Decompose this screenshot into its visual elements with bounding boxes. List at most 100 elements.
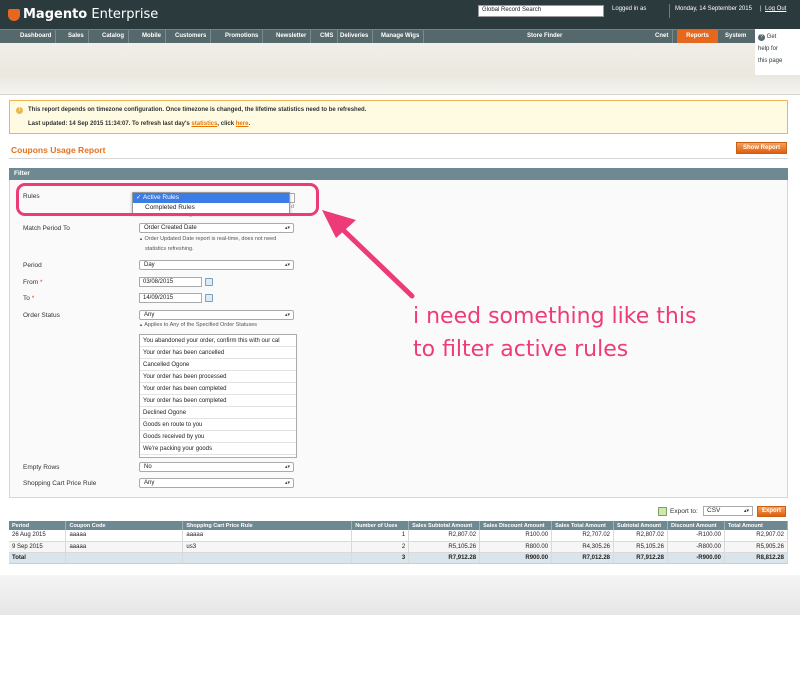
magento-logo[interactable]: Magento Enterprise bbox=[8, 7, 158, 22]
cell-discount: -R800.00 bbox=[667, 541, 725, 553]
cell-discount: -R100.00 bbox=[667, 530, 725, 542]
select-arrow-icon: ▴▾ bbox=[284, 480, 290, 486]
header-divider bbox=[669, 4, 670, 18]
nav-sales[interactable]: Sales bbox=[64, 30, 89, 44]
order-status-select[interactable]: Any ▴▾ bbox=[139, 310, 294, 320]
nav-reports[interactable]: Reports bbox=[677, 30, 718, 44]
cell-coupon-code: aaaaa bbox=[65, 541, 184, 553]
highlight-box bbox=[16, 183, 319, 216]
main-nav: Dashboard Sales Catalog Mobile Customers… bbox=[0, 29, 800, 44]
status-option[interactable]: We're packing your goods bbox=[140, 443, 296, 455]
cell-cart-rule: aaaaa bbox=[182, 530, 353, 542]
cell-total-discount: -R900.00 bbox=[667, 552, 725, 564]
table-row[interactable]: 26 Aug 2015 aaaaa aaaaa 1 R2,807.02 R100… bbox=[9, 530, 789, 542]
totals-row: Total 3 R7,912.28 R900.00 R7,012.28 R7,9… bbox=[9, 552, 789, 564]
nav-cnet[interactable]: Cnet bbox=[651, 30, 674, 44]
status-option[interactable]: Your order has been processed bbox=[140, 371, 296, 383]
statistics-link[interactable]: statistics bbox=[191, 121, 217, 127]
cell-period: 9 Sep 2015 bbox=[9, 541, 67, 553]
help-text-3: this page bbox=[758, 58, 783, 64]
nav-cms[interactable]: CMS bbox=[316, 30, 339, 44]
table-row[interactable]: 9 Sep 2015 aaaaa us3 2 R5,105.26 R800.00… bbox=[9, 541, 789, 553]
help-link[interactable]: ? Get help for this page bbox=[755, 29, 800, 75]
col-cart-price-rule[interactable]: Shopping Cart Price Rule bbox=[182, 521, 353, 530]
global-search-input[interactable]: Global Record Search bbox=[478, 5, 604, 17]
order-status-multiselect[interactable]: You abandoned your order, confirm this w… bbox=[139, 334, 297, 458]
refresh-here-link[interactable]: here bbox=[236, 121, 249, 127]
from-date-input[interactable]: 03/08/2015 bbox=[139, 277, 202, 287]
status-option[interactable]: Your order has been completed bbox=[140, 383, 296, 395]
page-title: Coupons Usage Report bbox=[11, 145, 106, 155]
status-option[interactable]: Goods en route to you bbox=[140, 419, 296, 431]
nav-catalog[interactable]: Catalog bbox=[98, 30, 130, 44]
nav-system[interactable]: System bbox=[721, 30, 750, 44]
logo-edition: Enterprise bbox=[87, 7, 159, 22]
col-coupon-code[interactable]: Coupon Code bbox=[65, 521, 184, 530]
cell-total-amount: R8,812.28 bbox=[724, 552, 789, 564]
cell-subtotal: R2,807.02 bbox=[613, 530, 668, 542]
calendar-icon[interactable] bbox=[205, 294, 213, 302]
nav-mobile[interactable]: Mobile bbox=[138, 30, 166, 44]
show-report-button[interactable]: Show Report bbox=[736, 142, 787, 154]
status-option[interactable]: Declined Ogone bbox=[140, 407, 296, 419]
nav-promotions[interactable]: Promotions bbox=[221, 30, 264, 44]
timezone-notice: ! This report depends on timezone config… bbox=[9, 100, 788, 134]
calendar-icon[interactable] bbox=[205, 278, 213, 286]
status-option[interactable]: You abandoned your order, confirm this w… bbox=[140, 335, 296, 347]
logout-link[interactable]: Log Out bbox=[765, 6, 786, 12]
match-period-select[interactable]: Order Created Date ▴▾ bbox=[139, 223, 294, 233]
cart-rule-select[interactable]: Any ▴▾ bbox=[139, 478, 294, 488]
cell-total-sales-total: R7,012.28 bbox=[551, 552, 615, 564]
to-date-input[interactable]: 14/09/2015 bbox=[139, 293, 202, 303]
nav-customers[interactable]: Customers bbox=[171, 30, 212, 44]
status-option[interactable]: Goods received by you bbox=[140, 431, 296, 443]
col-period[interactable]: Period bbox=[9, 521, 67, 530]
from-label: From * bbox=[23, 279, 43, 286]
cell-sales-subtotal: R2,807.02 bbox=[408, 530, 481, 542]
cell-sales-total: R4,305.26 bbox=[551, 541, 615, 553]
cell-total-sales-subtotal: R7,912.28 bbox=[408, 552, 481, 564]
status-option[interactable]: Your order has been cancelled bbox=[140, 347, 296, 359]
period-select[interactable]: Day ▴▾ bbox=[139, 260, 294, 270]
cell-period: 26 Aug 2015 bbox=[9, 530, 67, 542]
cell-total-uses: 3 bbox=[351, 552, 410, 564]
current-date: Monday, 14 September 2015 bbox=[675, 6, 752, 12]
order-status-hint: ▲ Applies to Any of the Specified Order … bbox=[139, 322, 258, 328]
export-format-select[interactable]: CSV ▴▾ bbox=[703, 506, 753, 516]
annotation-line-1: i need something like this bbox=[413, 304, 697, 329]
empty-rows-label: Empty Rows bbox=[23, 464, 60, 471]
select-arrow-icon: ▴▾ bbox=[284, 312, 290, 318]
col-sales-total[interactable]: Sales Total Amount bbox=[551, 521, 615, 530]
col-discount[interactable]: Discount Amount bbox=[667, 521, 725, 530]
cell-coupon-code: aaaaa bbox=[65, 530, 184, 542]
period-label: Period bbox=[23, 262, 42, 269]
cell-uses: 2 bbox=[351, 541, 410, 553]
export-button[interactable]: Export bbox=[757, 506, 786, 517]
status-option[interactable]: Cancelled Ogone bbox=[140, 359, 296, 371]
col-sales-subtotal[interactable]: Sales Subtotal Amount bbox=[408, 521, 481, 530]
cell-cart-rule: us3 bbox=[182, 541, 353, 553]
select-arrow-icon: ▴▾ bbox=[743, 508, 749, 514]
col-sales-discount[interactable]: Sales Discount Amount bbox=[479, 521, 553, 530]
notice-line-2: Last updated: 14 Sep 2015 11:34:07. To r… bbox=[28, 121, 251, 127]
nav-dashboard[interactable]: Dashboard bbox=[16, 30, 57, 44]
col-number-of-uses[interactable]: Number of Uses bbox=[351, 521, 410, 530]
magento-logo-icon bbox=[8, 8, 20, 21]
nav-newsletter[interactable]: Newsletter bbox=[272, 30, 312, 44]
header-separator: | bbox=[760, 6, 762, 12]
status-option[interactable]: Your order has been completed bbox=[140, 395, 296, 407]
empty-rows-select[interactable]: No ▴▾ bbox=[139, 462, 294, 472]
title-divider bbox=[9, 158, 788, 159]
nav-store-finder[interactable]: Store Finder bbox=[523, 30, 566, 44]
annotation-line-2: to filter active rules bbox=[413, 337, 629, 362]
col-subtotal[interactable]: Subtotal Amount bbox=[613, 521, 668, 530]
sub-header-bar bbox=[0, 75, 800, 95]
nav-manage-wigs[interactable]: Manage Wigs bbox=[377, 30, 425, 44]
match-period-label: Match Period To bbox=[23, 225, 70, 232]
col-total[interactable]: Total Amount bbox=[724, 521, 789, 530]
nav-deliveries[interactable]: Deliveries bbox=[336, 30, 374, 44]
export-label: Export to: bbox=[670, 508, 698, 515]
cell-total-label: Total bbox=[9, 552, 67, 564]
cell-total-sales-discount: R900.00 bbox=[479, 552, 553, 564]
cell-sales-total: R2,707.02 bbox=[551, 530, 615, 542]
